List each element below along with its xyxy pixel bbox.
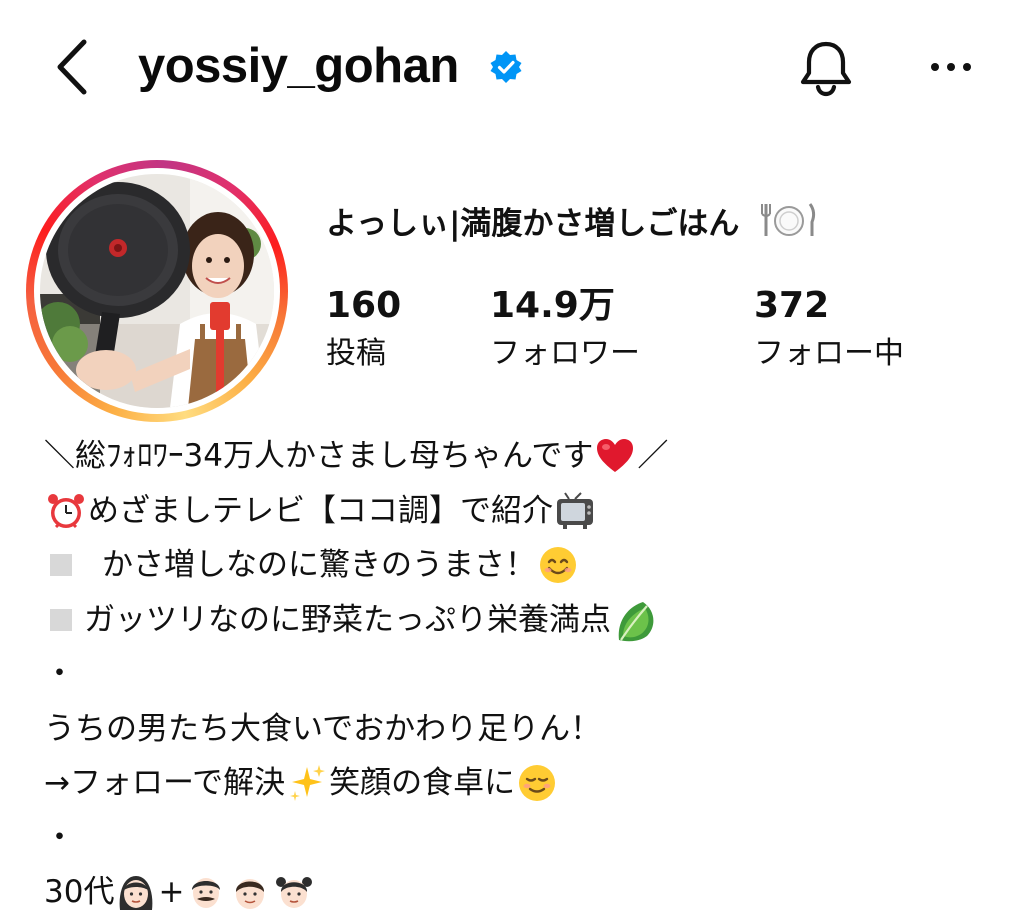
stat-following[interactable]: 372 フォロー中 [754, 282, 904, 378]
bio-text: ＼総ﾌｫﾛﾜｰ34万人かさまし母ちゃんです [44, 438, 594, 474]
bio-line: ・ [44, 647, 1004, 702]
verified-badge-icon [489, 50, 523, 84]
bio-text: ・ [44, 819, 75, 856]
red-heart-icon [595, 436, 635, 476]
boy-icon [230, 872, 270, 912]
bio-text: めざましテレビ【ココ調】で紹介 [88, 492, 553, 529]
chevron-left-icon [57, 39, 87, 95]
followers-count: 14.9万 [490, 285, 615, 326]
bio-text: →フォローで解決 [44, 765, 286, 801]
bio-line: かさ増しなのに驚きのうまさ！ [44, 538, 1004, 593]
woman-icon [116, 872, 156, 912]
bio-text: 30代 [44, 874, 115, 910]
back-button[interactable] [48, 38, 98, 96]
bio-text: 笑顔の食卓に [329, 765, 516, 801]
relieved-smile-icon [517, 763, 557, 803]
bio-text-tail: ／ [637, 438, 669, 474]
followers-label: フォロワー [490, 336, 640, 371]
more-options-button[interactable] [926, 50, 976, 84]
bio-text: かさ増しなのに驚きのうまさ！ [102, 547, 536, 583]
ellipsis-icon [931, 63, 971, 71]
girl-icon [274, 872, 314, 912]
leafy-green-icon [613, 596, 661, 644]
bio-line: ＼総ﾌｫﾛﾜｰ34万人かさまし母ちゃんです ／ [44, 429, 1004, 484]
bio: ＼総ﾌｫﾛﾜｰ34万人かさまし母ちゃんです ／ めざましテレビ【ココ調】で紹介 [44, 429, 1004, 920]
notifications-button[interactable] [796, 38, 856, 98]
plus-sign: + [158, 874, 185, 910]
bio-line: ・ [44, 811, 1004, 866]
display-name: よっしぃ|満腹かさ増しごはん [326, 196, 820, 252]
display-name-text: よっしぃ|満腹かさ増しごはん [326, 206, 740, 242]
bio-line: 30代 + [44, 865, 1004, 920]
square-bullet-icon [50, 608, 72, 631]
television-icon [555, 491, 595, 531]
avatar-photo [40, 174, 274, 408]
bio-line: ガッツリなのに野菜たっぷり栄養満点 [44, 593, 1004, 648]
smiling-face-icon [538, 545, 578, 585]
bio-text: ガッツリなのに野菜たっぷり栄養満点 [84, 601, 611, 638]
square-bullet-icon [50, 554, 72, 577]
sparkles-icon [287, 763, 327, 803]
posts-count: 160 [326, 285, 402, 326]
bio-line: めざましテレビ【ココ調】で紹介 [44, 484, 1004, 539]
bio-text: ・ [44, 656, 75, 692]
profile-header: yossiy_gohan [0, 0, 1024, 140]
username: yossiy_gohan [138, 39, 459, 93]
bio-line: うちの男たち大食いでおかわり足りん！ [44, 702, 1004, 757]
bio-text: うちの男たち大食いでおかわり足りん！ [44, 710, 602, 747]
man-mustache-icon [186, 872, 226, 912]
bio-line: →フォローで解決 笑顔の食卓に [44, 756, 1004, 811]
avatar-border [34, 168, 280, 414]
avatar[interactable] [26, 160, 288, 422]
stat-followers[interactable]: 14.9万 フォロワー [490, 282, 640, 378]
following-count: 372 [754, 285, 830, 326]
stat-posts[interactable]: 160 投稿 [326, 282, 401, 378]
following-label: フォロー中 [754, 336, 904, 371]
alarm-clock-icon [46, 491, 86, 531]
fork-plate-knife-icon [760, 200, 818, 240]
bell-icon [800, 41, 852, 97]
posts-label: 投稿 [326, 336, 386, 371]
